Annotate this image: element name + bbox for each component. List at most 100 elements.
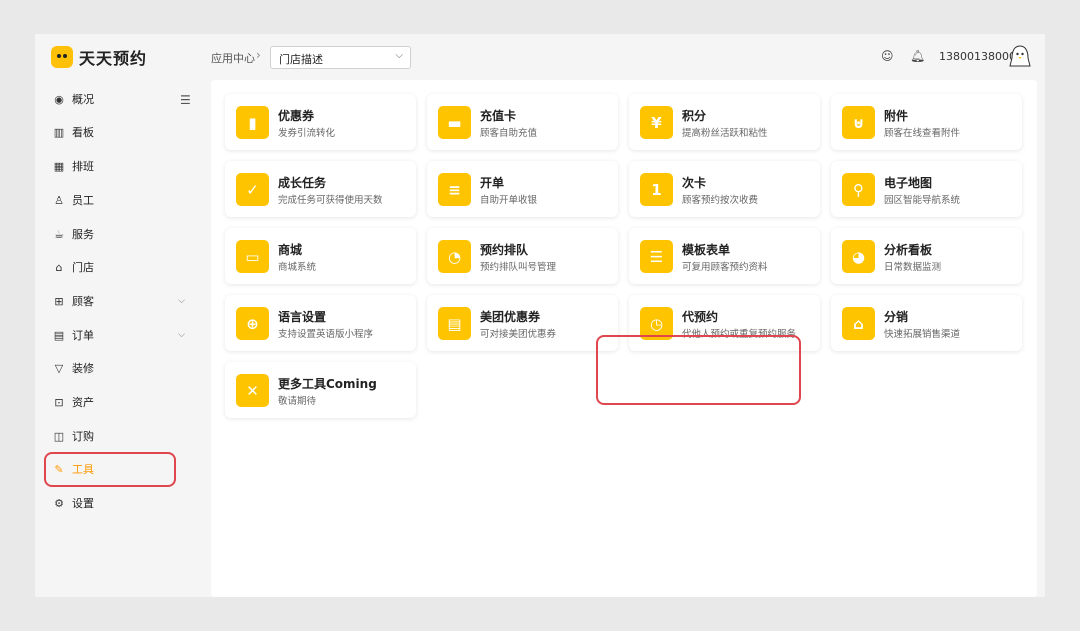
customers-icon: ⊞ bbox=[54, 294, 64, 308]
sidebar-item-4[interactable]: ☕ 服务 bbox=[52, 223, 180, 245]
tool-card-title: 美团优惠券 bbox=[480, 310, 541, 324]
sidebar-item-label: 资产 bbox=[72, 396, 94, 409]
tool-card-title: 代预约 bbox=[682, 310, 719, 324]
tool-card-title: 商城 bbox=[278, 243, 303, 257]
tool-card[interactable]: ⚲ 电子地图 园区智能导航系统 bbox=[831, 161, 1022, 217]
tool-card[interactable]: ☰ 模板表单 可复用顾客预约资料 bbox=[629, 228, 820, 284]
globe-icon: ⊕ bbox=[236, 307, 269, 340]
chevron-down-icon[interactable]: ⌵ bbox=[178, 330, 185, 340]
sidebar-item-label: 排班 bbox=[72, 160, 94, 173]
sidebar-item-7[interactable]: ▤ 订单 ⌵ bbox=[52, 324, 185, 346]
points-icon: ¥ bbox=[640, 106, 673, 139]
brand-logo[interactable]: 天天预约 bbox=[51, 45, 147, 69]
sidebar-item-label: 顾客 bbox=[72, 295, 94, 308]
tool-card-description: 预约排队叫号管理 bbox=[480, 262, 557, 273]
tool-card-description: 支持设置英语版小程序 bbox=[278, 329, 374, 340]
sidebar-item-9[interactable]: ⊡ 资产 bbox=[52, 391, 180, 413]
sidebar-item-label: 装修 bbox=[72, 362, 94, 375]
tool-card[interactable]: ✓ 成长任务 完成任务可获得使用天数 bbox=[225, 161, 416, 217]
count-card-icon: 1 bbox=[640, 173, 673, 206]
sidebar-item-6[interactable]: ⊞ 顾客 ⌵ bbox=[52, 290, 185, 312]
tool-card-title: 成长任务 bbox=[278, 176, 327, 190]
wrench-icon: ✕ bbox=[236, 374, 269, 407]
ticket-icon: ▤ bbox=[438, 307, 471, 340]
sidebar-item-label: 概况 bbox=[72, 93, 94, 106]
tool-card-title: 充值卡 bbox=[480, 109, 517, 123]
distribution-icon: ⌂ bbox=[842, 307, 875, 340]
app-window: 天天预约 应用中心 › 门店描述 ⌵ ☺ 🔔︎ 13800138000 ◉ 概况 ▥… bbox=[35, 34, 1045, 597]
message-icon[interactable]: ☺ bbox=[881, 49, 894, 63]
bag-icon: ◫ bbox=[53, 429, 65, 443]
breadcrumb-separator-icon: › bbox=[256, 48, 261, 62]
tool-card-title: 分销 bbox=[884, 310, 909, 324]
tool-card-description: 快速拓展销售渠道 bbox=[884, 329, 961, 340]
sidebar-item-12[interactable]: ⚙ 设置 bbox=[52, 492, 180, 514]
asset-icon: ⊡ bbox=[54, 395, 64, 409]
tool-card[interactable]: ⊕ 语言设置支持设置英语版小程序 bbox=[225, 295, 416, 351]
brand-name: 天天预约 bbox=[79, 49, 148, 68]
tool-card[interactable]: 1 次卡 顾客预约按次收费 bbox=[629, 161, 820, 217]
sidebar-item-10[interactable]: ◫ 订购 bbox=[52, 425, 180, 447]
breadcrumb[interactable]: 应用中心 bbox=[211, 50, 255, 66]
tool-card-title: 语言设置 bbox=[278, 310, 327, 324]
tool-card[interactable]: ▤ 美团优惠券可对接美团优惠券 bbox=[427, 295, 618, 351]
tool-card[interactable]: ¥ 积分 提高粉丝活跃和粘性 bbox=[629, 94, 820, 150]
tool-card[interactable]: ◕ 分析看板 日常数据监测 bbox=[831, 228, 1022, 284]
sidebar-item-label: 员工 bbox=[72, 194, 94, 207]
bar-chart-icon: ▥ bbox=[53, 125, 65, 139]
tool-card-title: 模板表单 bbox=[682, 243, 731, 257]
tool-card-title: 电子地图 bbox=[884, 176, 933, 190]
tool-card[interactable]: ⌂ 分销快速拓展销售渠道 bbox=[831, 295, 1022, 351]
tool-card[interactable]: ▬ 充值卡 顾客自助充值 bbox=[427, 94, 618, 150]
tool-card[interactable]: ✕ 更多工具Coming 敬请期待 bbox=[225, 362, 416, 418]
mall-icon: ▭ bbox=[236, 240, 269, 273]
tool-card-description: 日常数据监测 bbox=[884, 262, 942, 273]
shirt-icon: ▽ bbox=[54, 361, 64, 375]
tool-card[interactable]: ≡ 开单 自助开单收银 bbox=[427, 161, 618, 217]
tool-card-title: 附件 bbox=[884, 109, 909, 123]
store-select[interactable]: 门店描述 ⌵ bbox=[270, 46, 411, 69]
sidebar-item-3[interactable]: ♙ 员工 bbox=[52, 189, 180, 211]
sidebar-item-2[interactable]: ▦ 排班 bbox=[52, 155, 180, 177]
chevron-down-icon[interactable]: ⌵ bbox=[178, 296, 185, 306]
tool-card[interactable]: ◔ 预约排队预约排队叫号管理 bbox=[427, 228, 618, 284]
user-phone[interactable]: 13800138000 bbox=[939, 50, 1016, 63]
tool-card[interactable]: ▮ 优惠券发券引流转化 bbox=[225, 94, 416, 150]
coupon-icon: ▮ bbox=[236, 106, 269, 139]
tool-card-title: 优惠券 bbox=[278, 109, 315, 123]
order-icon: ▤ bbox=[53, 328, 65, 342]
collapse-sidebar-icon[interactable]: ☰ bbox=[180, 93, 191, 107]
tool-card-title: 预约排队 bbox=[480, 243, 529, 257]
bell-icon[interactable]: 🔔︎ bbox=[910, 49, 925, 63]
tool-card-description: 可对接美团优惠券 bbox=[480, 329, 557, 340]
sidebar-item-1[interactable]: ▥ 看板 bbox=[52, 121, 180, 143]
sidebar-item-8[interactable]: ▽ 装修 bbox=[52, 357, 180, 379]
map-icon: ⚲ bbox=[842, 173, 875, 206]
gear-icon: ⚙ bbox=[54, 496, 64, 510]
sidebar-item-0[interactable]: ◉ 概况 bbox=[52, 88, 180, 110]
tool-card[interactable]: ▭ 商城 商城系统 bbox=[225, 228, 416, 284]
tool-card-description: 完成任务可获得使用天数 bbox=[278, 195, 383, 206]
tool-card-description: 自助开单收银 bbox=[480, 195, 538, 206]
chick-logo-icon bbox=[51, 46, 73, 68]
sidebar-item-label: 门店 bbox=[72, 261, 94, 274]
store-select-value: 门店描述 bbox=[279, 53, 323, 66]
tool-card-description: 可复用顾客预约资料 bbox=[682, 262, 768, 273]
store-icon: ⌂ bbox=[55, 260, 63, 274]
avatar[interactable] bbox=[1009, 44, 1031, 68]
highlight-tools-nav bbox=[44, 452, 176, 487]
sidebar-item-label: 订购 bbox=[72, 430, 94, 443]
invoice-icon: ≡ bbox=[438, 173, 471, 206]
card-icon: ▬ bbox=[438, 106, 471, 139]
tool-card-description: 发券引流转化 bbox=[278, 128, 336, 139]
user-icon: ♙ bbox=[54, 193, 64, 207]
attachment-icon: ⊍ bbox=[842, 106, 875, 139]
queue-clock-icon: ◔ bbox=[438, 240, 471, 273]
tool-card-title: 分析看板 bbox=[884, 243, 933, 257]
sidebar-item-5[interactable]: ⌂ 门店 bbox=[52, 256, 180, 278]
tool-grid-panel: ▮ 优惠券 发券引流转化 ▬ 充值卡 顾客自助充值 ¥ 积分 提高粉丝活跃和粘性 ⊍ 附件 顾客在线查… bbox=[211, 80, 1037, 597]
tool-card-description: 顾客在线查看附件 bbox=[884, 128, 961, 139]
highlight-meituan-card bbox=[596, 335, 801, 405]
sidebar-item-label: 服务 bbox=[72, 228, 94, 241]
tool-card[interactable]: ⊍ 附件顾客在线查看附件 bbox=[831, 94, 1022, 150]
